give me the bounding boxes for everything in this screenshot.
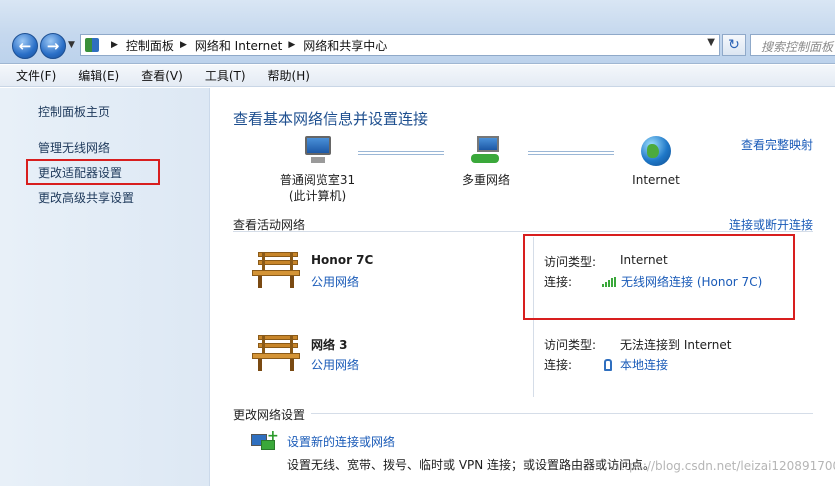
computer-subtitle: (此计算机) — [288, 189, 347, 203]
map-connector — [358, 151, 444, 155]
forward-arrow-icon: → — [46, 36, 60, 55]
sidebar-item-control-panel-home[interactable]: 控制面板主页 — [38, 103, 110, 120]
search-input[interactable]: 搜索控制面板 — [750, 34, 835, 56]
network-name: Honor 7C — [311, 253, 374, 267]
back-arrow-icon: ← — [18, 36, 32, 55]
local-connection-link[interactable]: 本地连接 — [604, 356, 668, 373]
page-title: 查看基本网络信息并设置连接 — [233, 110, 429, 128]
breadcrumb-network-sharing-center[interactable]: 网络和共享中心 — [303, 37, 387, 54]
forward-button[interactable]: → — [40, 33, 66, 59]
menu-tools[interactable]: 工具(T) — [201, 67, 250, 84]
internet-globe-icon — [641, 136, 671, 166]
recent-pages-dropdown-icon[interactable]: ▼ — [68, 40, 75, 50]
public-network-bench-icon[interactable] — [252, 333, 302, 373]
sidebar-item-advanced-sharing[interactable]: 更改高级共享设置 — [38, 189, 134, 206]
network-label: 多重网络 — [461, 173, 510, 187]
map-node-network[interactable]: 多重网络 — [448, 136, 524, 188]
access-type-label: 访问类型: — [544, 338, 597, 352]
menu-help[interactable]: 帮助(H) — [264, 67, 314, 84]
setup-connection-icon[interactable]: + — [251, 428, 279, 452]
refresh-button[interactable]: ↻ — [722, 34, 746, 56]
map-connector — [528, 151, 614, 155]
setup-description: 设置无线、宽带、拨号、临时或 VPN 连接；或设置路由器或访问点。 — [287, 458, 656, 472]
network-type-link[interactable]: 公用网络 — [311, 356, 359, 373]
network-type-link[interactable]: 公用网络 — [311, 273, 359, 290]
see-full-map-link[interactable]: 查看完整映射 — [741, 136, 813, 153]
setup-new-connection-link[interactable]: 设置新的连接或网络 — [287, 433, 395, 450]
highlight-box-connection — [523, 234, 795, 320]
breadcrumb: ▶ 控制面板 ▶ 网络和 Internet ▶ 网络和共享中心 — [105, 37, 387, 54]
address-dropdown-icon[interactable]: ▼ — [707, 37, 715, 48]
public-network-bench-icon[interactable] — [252, 250, 302, 290]
highlight-box-adapter — [26, 159, 160, 185]
computer-name: 普通阅览室31 — [279, 173, 356, 187]
map-node-computer[interactable]: 普通阅览室31 (此计算机) — [270, 136, 365, 204]
back-button[interactable]: ← — [12, 33, 38, 59]
watermark: https://blog.csdn.net/leizai1208917009 — [612, 459, 835, 473]
breadcrumb-separator-icon[interactable]: ▶ — [288, 40, 295, 50]
access-type-value: 无法连接到 Internet — [620, 338, 732, 352]
connection-value[interactable]: 本地连接 — [620, 356, 668, 373]
menu-bar: 文件(F) 编辑(E) 查看(V) 工具(T) 帮助(H) — [0, 65, 835, 87]
map-node-internet[interactable]: Internet — [622, 136, 690, 188]
connect-disconnect-link[interactable]: 连接或断开连接 — [729, 216, 813, 233]
breadcrumb-control-panel[interactable]: 控制面板 — [126, 37, 174, 54]
address-bar[interactable]: ▶ 控制面板 ▶ 网络和 Internet ▶ 网络和共享中心 ▼ — [80, 34, 720, 56]
divider — [311, 413, 813, 414]
computer-icon — [302, 136, 334, 166]
breadcrumb-separator-icon: ▶ — [111, 40, 118, 50]
sidebar-item-manage-wireless[interactable]: 管理无线网络 — [38, 139, 110, 156]
divider — [233, 231, 813, 232]
breadcrumb-network-internet[interactable]: 网络和 Internet — [195, 37, 282, 54]
change-settings-header: 更改网络设置 — [233, 408, 306, 422]
connection-label: 连接: — [544, 358, 573, 372]
refresh-icon: ↻ — [728, 37, 740, 53]
control-panel-icon — [85, 38, 99, 52]
network-name: 网络 3 — [311, 338, 348, 352]
multiple-networks-icon — [469, 136, 503, 166]
menu-file[interactable]: 文件(F) — [12, 67, 60, 84]
ethernet-plug-icon — [604, 358, 612, 371]
internet-label: Internet — [632, 173, 680, 187]
address-toolbar: ← → ▼ ▶ 控制面板 ▶ 网络和 Internet ▶ 网络和共享中心 ▼ … — [0, 0, 835, 64]
menu-view[interactable]: 查看(V) — [137, 67, 187, 84]
breadcrumb-separator-icon[interactable]: ▶ — [180, 40, 187, 50]
menu-edit[interactable]: 编辑(E) — [74, 67, 123, 84]
